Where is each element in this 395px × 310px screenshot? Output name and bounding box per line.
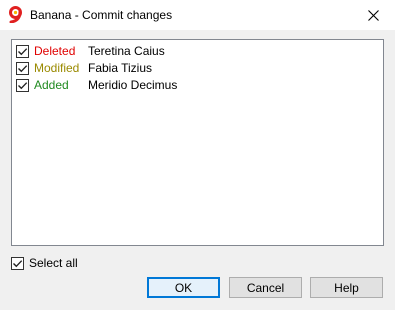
status-added: Added (34, 78, 69, 92)
checkmark-icon (18, 81, 28, 89)
changes-list[interactable]: Deleted Teretina Caius Modified Fabia Ti… (11, 39, 384, 246)
checkmark-icon (13, 259, 23, 267)
close-icon (367, 9, 379, 21)
item-checkbox[interactable] (16, 61, 29, 75)
checkmark-icon (18, 47, 28, 55)
ok-button[interactable]: OK (147, 277, 220, 298)
status-deleted: Deleted (34, 44, 76, 58)
item-name: Fabia Tizius (88, 61, 153, 75)
select-all-box[interactable] (11, 256, 24, 270)
item-name: Teretina Caius (88, 44, 165, 58)
checkmark-icon (18, 64, 28, 72)
banana-logo-icon (9, 6, 22, 23)
list-item[interactable]: Modified Fabia Tizius (16, 60, 376, 76)
list-item[interactable]: Deleted Teretina Caius (16, 43, 376, 59)
status-modified: Modified (34, 61, 80, 75)
list-item[interactable]: Added Meridio Decimus (16, 77, 376, 93)
window-title: Banana - Commit changes (30, 8, 173, 22)
item-checkbox[interactable] (16, 78, 29, 92)
select-all-label: Select all (29, 256, 78, 270)
cancel-button[interactable]: Cancel (229, 277, 302, 298)
close-button[interactable] (351, 0, 395, 30)
title-bar: Banana - Commit changes (0, 0, 395, 30)
select-all-checkbox[interactable]: Select all (11, 255, 78, 271)
help-button[interactable]: Help (310, 277, 383, 298)
item-checkbox[interactable] (16, 44, 29, 58)
item-name: Meridio Decimus (88, 78, 178, 92)
